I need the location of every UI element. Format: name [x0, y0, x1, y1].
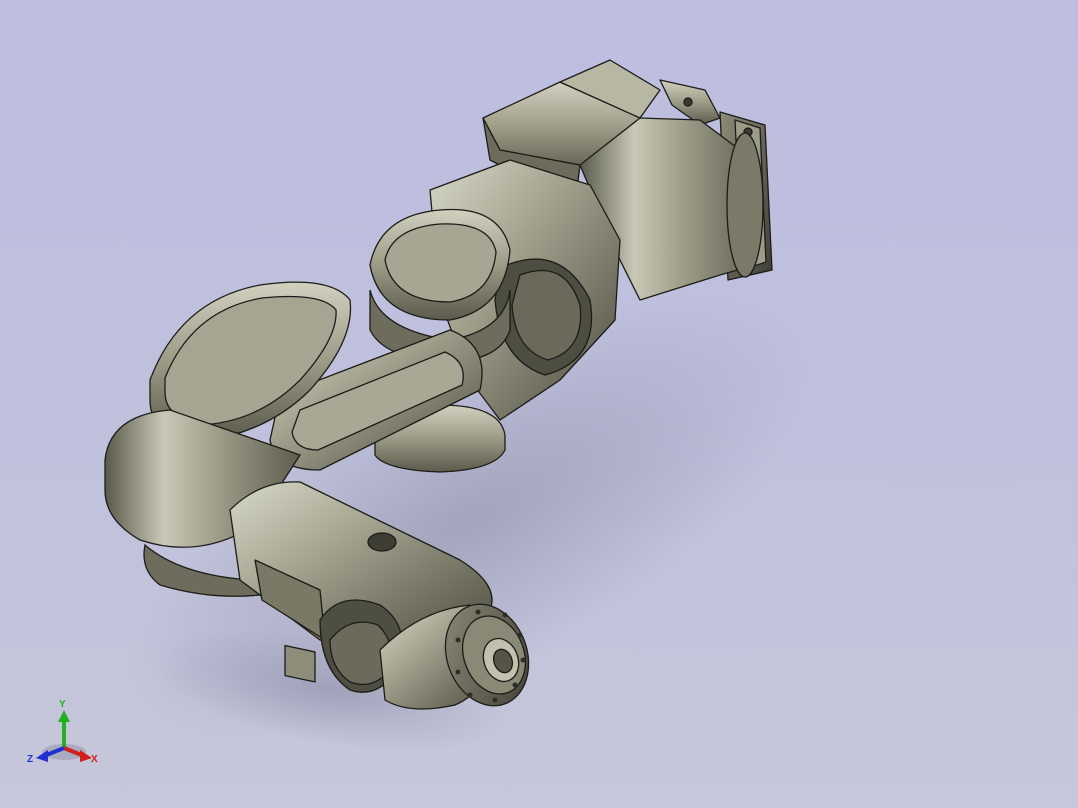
z-axis-arrow	[36, 750, 48, 762]
z-axis-label: Z	[27, 754, 33, 765]
coordinate-triad: Y X Z	[27, 699, 98, 765]
y-axis-label: Y	[59, 699, 66, 710]
robot-arm-model[interactable]	[0, 0, 1078, 808]
y-axis-arrow	[58, 710, 70, 722]
graphics-viewport[interactable]: Y X Z	[0, 0, 1078, 808]
x-axis-label: X	[91, 754, 98, 765]
